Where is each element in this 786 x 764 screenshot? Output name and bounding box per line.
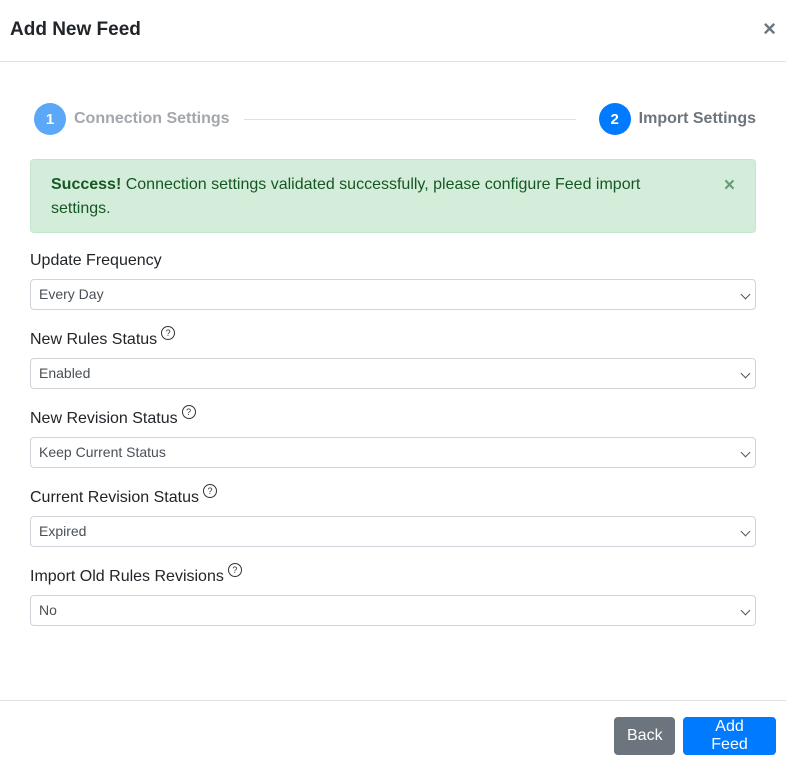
chevron-down-icon [740, 447, 751, 458]
alert-close-icon[interactable]: × [724, 174, 735, 198]
back-button[interactable]: Back [614, 717, 675, 755]
label-text: Current Revision Status [30, 489, 199, 506]
alert-message: Connection settings validated successful… [51, 176, 641, 217]
chevron-down-icon [740, 289, 751, 300]
stepper: 1 Connection Settings 2 Import Settings [34, 103, 756, 135]
help-icon[interactable]: ? [161, 326, 176, 340]
success-alert: Success! Connection settings validated s… [30, 159, 756, 233]
select-value: No [39, 602, 57, 618]
add-feed-button[interactable]: Add Feed [683, 717, 776, 755]
alert-strong: Success! [51, 176, 122, 193]
import-old-rules-revisions-select[interactable]: No [30, 595, 756, 626]
current-revision-status-select[interactable]: Expired [30, 516, 756, 547]
import-old-rules-revisions-field: Import Old Rules Revisions? No [30, 563, 756, 626]
update-frequency-select[interactable]: Every Day [30, 279, 756, 310]
step-connection-settings[interactable]: 1 Connection Settings [34, 103, 230, 135]
select-value: Every Day [39, 286, 104, 302]
step-import-settings[interactable]: 2 Import Settings [598, 103, 756, 135]
select-value: Expired [39, 523, 87, 539]
field-label: Import Old Rules Revisions? [30, 563, 756, 589]
chevron-down-icon [740, 526, 751, 537]
step-number-badge: 2 [598, 103, 631, 135]
modal-header: Add New Feed × [0, 0, 786, 62]
current-revision-status-field: Current Revision Status? Expired [30, 484, 756, 547]
field-label: Update Frequency [30, 249, 756, 273]
step-label: Connection Settings [74, 110, 230, 127]
field-label: New Rules Status? [30, 326, 756, 352]
modal-title: Add New Feed [10, 19, 141, 40]
help-icon[interactable]: ? [202, 484, 217, 498]
new-revision-status-field: New Revision Status? Keep Current Status [30, 405, 756, 468]
label-text: New Rules Status [30, 331, 158, 348]
select-value: Enabled [39, 365, 91, 381]
help-icon[interactable]: ? [227, 563, 242, 577]
step-label: Import Settings [638, 110, 756, 127]
label-text: New Revision Status [30, 410, 178, 427]
label-text: Import Old Rules Revisions [30, 568, 224, 585]
close-icon[interactable]: × [763, 16, 776, 42]
modal-footer: Back Add Feed [0, 700, 786, 764]
field-label: Current Revision Status? [30, 484, 756, 510]
label-text: Update Frequency [30, 252, 162, 269]
chevron-down-icon [740, 605, 751, 616]
new-rules-status-field: New Rules Status? Enabled [30, 326, 756, 389]
new-rules-status-select[interactable]: Enabled [30, 358, 756, 389]
help-icon[interactable]: ? [181, 405, 196, 419]
update-frequency-field: Update Frequency Every Day [30, 249, 756, 310]
step-number-badge: 1 [34, 103, 66, 135]
step-connector [244, 119, 576, 120]
new-revision-status-select[interactable]: Keep Current Status [30, 437, 756, 468]
select-value: Keep Current Status [39, 444, 166, 460]
field-label: New Revision Status? [30, 405, 756, 431]
chevron-down-icon [740, 368, 751, 379]
